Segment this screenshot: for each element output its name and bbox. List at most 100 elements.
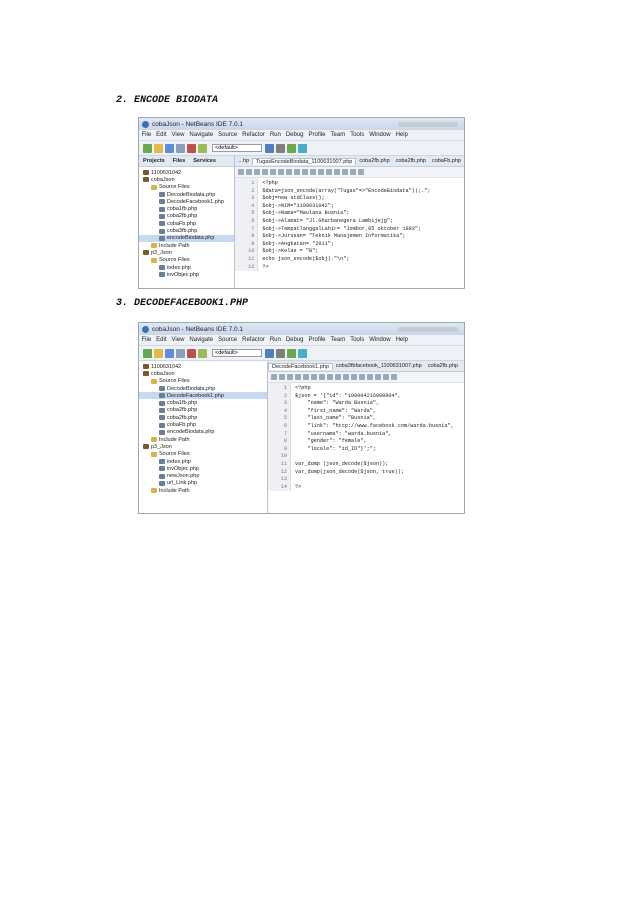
toolbar-button-icon[interactable] (276, 348, 285, 358)
menu-item-tools[interactable]: Tools (348, 337, 367, 343)
menu-item-view[interactable]: View (169, 132, 187, 138)
tree-node[interactable]: cobaFb.php (139, 220, 234, 227)
editor-action-icon[interactable] (254, 169, 261, 175)
toolbar-button-icon[interactable] (165, 348, 174, 358)
editor-tab[interactable]: coba3fbfacebook_1100631007.php (333, 363, 425, 369)
editor-action-icon[interactable] (326, 169, 333, 175)
editor-action-icon[interactable] (350, 169, 357, 175)
editor-action-icon[interactable] (287, 374, 293, 380)
tree-node[interactable]: index.php (139, 458, 267, 465)
editor-action-icon[interactable] (246, 169, 253, 175)
menu-item-team[interactable]: Team (328, 337, 348, 343)
menu-item-navigate[interactable]: Navigate (187, 337, 216, 343)
editor-action-icon[interactable] (342, 169, 349, 175)
tab-services[interactable]: Services (189, 158, 220, 164)
tree-node[interactable]: coba2fb.php (139, 414, 267, 421)
tree-node[interactable]: coba1fb.php (139, 205, 234, 212)
editor-action-icon[interactable] (303, 374, 309, 380)
menu-item-debug[interactable]: Debug (283, 337, 306, 343)
editor-action-icon[interactable] (359, 374, 365, 380)
toolbar-button-icon[interactable] (276, 143, 285, 153)
editor-action-icon[interactable] (311, 374, 317, 380)
tree-node[interactable]: encodeBiodata.php (139, 429, 267, 436)
tree-node[interactable]: DecodeFacebook1.php (139, 198, 234, 205)
editor-action-icon[interactable] (334, 169, 341, 175)
toolbar-button-icon[interactable] (187, 348, 196, 358)
editor-tab[interactable]: ...hp (235, 158, 252, 164)
configuration-select[interactable]: <default> (212, 349, 262, 357)
code-area[interactable]: <?php $json = '{"id": "100004216098904", … (291, 383, 454, 491)
editor-action-icon[interactable] (343, 374, 349, 380)
toolbar-button-icon[interactable] (154, 143, 163, 153)
tree-node[interactable]: cobaJson (139, 176, 234, 183)
tree-node[interactable]: DecodeBiodata.php (139, 191, 234, 198)
editor-action-icon[interactable] (391, 374, 397, 380)
editor-action-icon[interactable] (383, 374, 389, 380)
editor-action-icon[interactable] (367, 374, 373, 380)
tree-node[interactable]: Source Files (139, 451, 267, 458)
editor-tab[interactable]: cobaFb.php (429, 158, 464, 164)
toolbar-button-icon[interactable] (187, 143, 196, 153)
menu-item-help[interactable]: Help (393, 337, 410, 343)
tree-node[interactable]: invObjec.php (139, 271, 234, 278)
menu-item-edit[interactable]: Edit (154, 337, 169, 343)
menu-item-source[interactable]: Source (216, 337, 240, 343)
editor-tab[interactable]: coba2fb.php (425, 363, 461, 369)
tree-node[interactable]: url_Link.php (139, 480, 267, 487)
tree-node[interactable]: Include Path (139, 487, 267, 494)
editor-action-icon[interactable] (327, 374, 333, 380)
toolbar-button-icon[interactable] (265, 143, 274, 153)
editor-action-icon[interactable] (335, 374, 341, 380)
tree-node[interactable]: coba3fb.php (139, 227, 234, 234)
menu-item-run[interactable]: Run (267, 337, 283, 343)
tree-node[interactable]: p3_Json (139, 249, 234, 256)
editor-action-icon[interactable] (286, 169, 293, 175)
tree-node[interactable]: p3_Json (139, 443, 267, 450)
menu-item-file[interactable]: File (139, 337, 154, 343)
tree-node[interactable]: encodeBiodata.php (139, 234, 235, 242)
code-area[interactable]: <?php $data=json_encode(array("Tugas"=>"E… (258, 178, 430, 271)
menu-item-window[interactable]: Window (367, 132, 393, 138)
toolbar-button-icon[interactable] (143, 143, 152, 153)
editor-action-icon[interactable] (279, 374, 285, 380)
tree-node[interactable]: DecodeBiodata.php (139, 385, 267, 392)
toolbar-button-icon[interactable] (143, 348, 152, 358)
toolbar-button-icon[interactable] (287, 348, 296, 358)
editor-tab[interactable]: TugasEncodeBiodata_1100631007.php (252, 157, 357, 165)
menu-item-run[interactable]: Run (267, 132, 283, 138)
editor-action-icon[interactable] (271, 374, 277, 380)
tree-node[interactable]: coba2fb.php (139, 407, 267, 414)
toolbar-button-icon[interactable] (198, 143, 207, 153)
tree-node[interactable]: Source Files (139, 184, 234, 191)
menu-item-refactor[interactable]: Refactor (240, 337, 268, 343)
tree-node[interactable]: index.php (139, 264, 234, 271)
menu-item-file[interactable]: File (139, 132, 154, 138)
editor-action-icon[interactable] (238, 169, 245, 175)
menu-item-tools[interactable]: Tools (348, 132, 367, 138)
toolbar-button-icon[interactable] (176, 348, 185, 358)
editor-action-icon[interactable] (295, 374, 301, 380)
window-controls[interactable] (398, 326, 458, 332)
toolbar-button-icon[interactable] (298, 348, 307, 358)
tree-node[interactable]: cobaJson (139, 370, 267, 377)
tree-node[interactable]: invObjec.php (139, 465, 267, 472)
toolbar-button-icon[interactable] (265, 348, 274, 358)
tree-node[interactable]: coba2fb.php (139, 213, 234, 220)
configuration-select[interactable]: <default> (212, 144, 262, 152)
tree-node[interactable]: Include Path (139, 242, 234, 249)
toolbar-button-icon[interactable] (165, 143, 174, 153)
editor-action-icon[interactable] (294, 169, 301, 175)
editor-tab[interactable]: DecodeFacebook1.php (268, 362, 333, 370)
toolbar-button-icon[interactable] (154, 348, 163, 358)
menu-item-help[interactable]: Help (393, 132, 410, 138)
toolbar-button-icon[interactable] (176, 143, 185, 153)
tree-node[interactable]: Source Files (139, 378, 267, 385)
menu-item-debug[interactable]: Debug (283, 132, 306, 138)
tree-node[interactable]: Source Files (139, 257, 234, 264)
toolbar-button-icon[interactable] (198, 348, 207, 358)
toolbar-button-icon[interactable] (287, 143, 296, 153)
editor-action-icon[interactable] (358, 169, 365, 175)
editor-action-icon[interactable] (318, 169, 325, 175)
editor-action-icon[interactable] (278, 169, 285, 175)
menu-item-profile[interactable]: Profile (306, 132, 328, 138)
